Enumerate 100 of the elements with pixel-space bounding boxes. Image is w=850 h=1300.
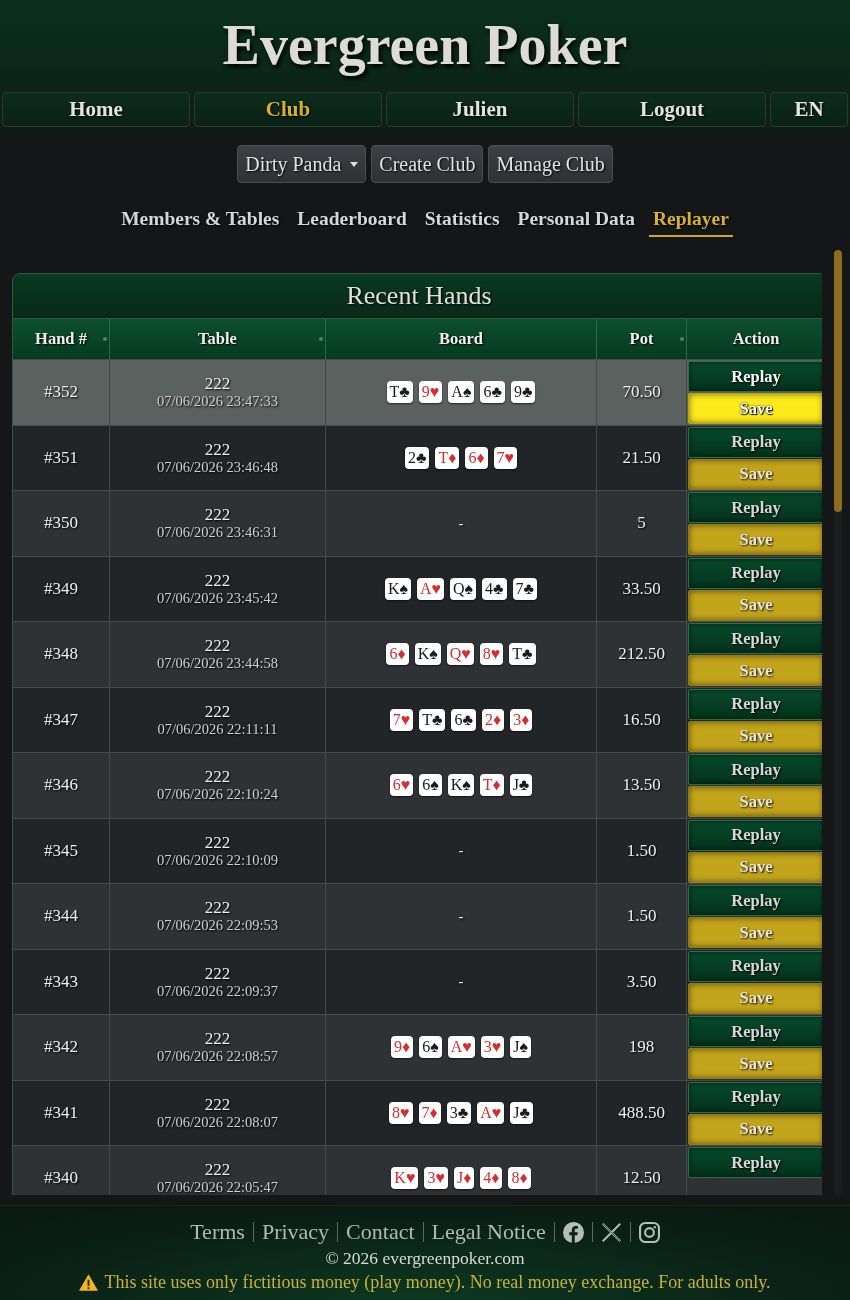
replay-button[interactable]: Replay (688, 492, 822, 523)
hand-number: #346 (44, 775, 78, 796)
playing-card: K♥ (391, 1167, 419, 1190)
hand-number: #352 (44, 382, 78, 403)
hand-row[interactable]: #345 222 07/06/2026 22:10:09 - 1.50 Replay Save (13, 817, 822, 883)
sort-indicator-icon (103, 337, 107, 341)
hand-row[interactable]: #351 222 07/06/2026 23:46:48 2♣ T♦ 6♦ 7♥ 21.50 Replay Save (13, 424, 822, 490)
playing-card: 8♥ (479, 643, 504, 666)
scrollbar-thumb[interactable] (834, 250, 842, 512)
nav-tab[interactable]: Home (2, 92, 190, 127)
table-name: 222 (204, 636, 231, 656)
hand-timestamp: 07/06/2026 22:09:53 (156, 917, 279, 935)
replay-button[interactable]: Replay (688, 754, 822, 785)
replay-button[interactable]: Replay (688, 623, 822, 654)
hand-timestamp: 07/06/2026 22:08:57 (156, 1048, 279, 1066)
replay-button[interactable]: Replay (688, 819, 822, 851)
pot-amount: 1.50 (626, 840, 657, 861)
pot-amount: 1.50 (626, 906, 657, 927)
hand-row[interactable]: #349 222 07/06/2026 23:45:42 K♠ A♥ Q♠ 4♣ 7♣ 33.50 Replay Save (13, 555, 822, 621)
replay-button[interactable]: Replay (688, 1081, 822, 1113)
replay-button[interactable]: Replay (688, 557, 822, 589)
replay-button[interactable]: Replay (688, 1016, 822, 1047)
pot-amount: 16.50 (622, 709, 661, 730)
playing-card: K♠ (414, 643, 441, 666)
playing-card: J♣ (509, 774, 533, 797)
hand-number: #350 (44, 513, 78, 534)
section-tab[interactable]: Members & Tables (117, 200, 284, 237)
club-dropdown[interactable]: Dirty Panda (237, 145, 367, 183)
table-name: 222 (204, 832, 231, 852)
hand-number: #340 (44, 1168, 78, 1189)
playing-card: 3♦ (510, 708, 533, 731)
club-button[interactable]: Manage Club (488, 145, 613, 183)
replay-button[interactable]: Replay (688, 426, 822, 458)
sort-indicator-icon (319, 337, 323, 341)
hand-timestamp: 07/06/2026 23:45:42 (156, 589, 279, 607)
empty-board-text: - (458, 973, 464, 991)
replay-button[interactable]: Replay (688, 688, 822, 720)
hand-row[interactable]: #348 222 07/06/2026 23:44:58 6♦ K♠ Q♥ 8♥ T♣ 212.50 Replay Save (13, 621, 822, 687)
playing-card: 2♦ (481, 708, 505, 731)
playing-card: J♦ (453, 1167, 475, 1190)
table-name: 222 (204, 767, 231, 787)
playing-card: 9♦ (391, 1036, 414, 1059)
playing-card: K♠ (447, 774, 474, 797)
nav-tab[interactable]: EN (770, 92, 848, 127)
column-header[interactable]: Pot (597, 319, 687, 359)
playing-card: 6♣ (480, 381, 505, 404)
hand-row[interactable]: #341 222 07/06/2026 22:08:07 8♥ 7♦ 3♣ A♥ J♣ 488.50 Replay Save (13, 1079, 822, 1145)
empty-board-text: - (458, 514, 464, 532)
hand-timestamp: 07/06/2026 22:05:47 (156, 1179, 279, 1195)
section-tab[interactable]: Leaderboard (293, 200, 411, 237)
playing-card: 6♣ (451, 708, 476, 731)
hand-row[interactable]: #346 222 07/06/2026 22:10:24 6♥ 6♠ K♠ T♦ J♣ 13.50 Replay Save (13, 752, 822, 818)
instagram-icon[interactable] (638, 1221, 660, 1243)
column-header[interactable]: Table (110, 319, 326, 359)
pot-amount: 12.50 (622, 1168, 661, 1189)
hand-number: #343 (44, 971, 78, 992)
nav-tab[interactable]: Club (194, 92, 382, 127)
section-tab[interactable]: Replayer (649, 200, 733, 237)
section-tab[interactable]: Statistics (420, 200, 504, 237)
replay-button[interactable]: Replay (688, 885, 822, 916)
hand-row[interactable]: #350 222 07/06/2026 23:46:31 - 5 Replay Save (13, 490, 822, 556)
club-button[interactable]: Create Club (371, 145, 484, 183)
hand-timestamp: 07/06/2026 22:11:11 (157, 720, 278, 738)
column-header: Board (326, 319, 597, 359)
hand-number: #342 (44, 1037, 78, 1058)
hand-row[interactable]: #342 222 07/06/2026 22:08:57 9♦ 6♠ A♥ 3♥ J♠ 198 Replay Save (13, 1014, 822, 1080)
replay-button[interactable]: Replay (688, 361, 822, 392)
playing-card: 3♥ (424, 1167, 448, 1190)
playing-card: 2♣ (404, 446, 430, 469)
playing-card: 8♥ (389, 1101, 413, 1124)
footer-link[interactable]: Legal Notice (431, 1219, 546, 1245)
section-tab[interactable]: Personal Data (513, 200, 640, 237)
replay-button[interactable]: Replay (688, 950, 822, 982)
hand-row[interactable]: #347 222 07/06/2026 22:11:11 7♥ T♣ 6♣ 2♦ 3♦ 16.50 Replay Save (13, 686, 822, 752)
warning-icon (79, 1273, 99, 1291)
playing-card: J♣ (510, 1101, 533, 1124)
table-name: 222 (204, 963, 231, 983)
hand-row[interactable]: #344 222 07/06/2026 22:09:53 - 1.50 Replay Save (13, 883, 822, 949)
footer-link[interactable]: Terms (190, 1219, 245, 1245)
caret-icon (350, 161, 359, 167)
facebook-icon[interactable] (562, 1221, 584, 1243)
hand-timestamp: 07/06/2026 22:10:09 (156, 851, 279, 869)
nav-tab[interactable]: Julien (386, 92, 574, 127)
playing-card: T♣ (419, 708, 446, 731)
replay-button[interactable]: Replay (688, 1147, 822, 1178)
hand-row[interactable]: #340 222 07/06/2026 22:05:47 K♥ 3♥ J♦ 4♦ 8♦ 12.50 Replay (13, 1145, 822, 1195)
sort-indicator-icon (680, 337, 684, 341)
table-name: 222 (204, 439, 231, 459)
hand-row[interactable]: #352 222 07/06/2026 23:47:33 T♣ 9♥ A♠ 6♣ 9♣ 70.50 Replay Save (13, 359, 822, 425)
hand-timestamp: 07/06/2026 23:46:48 (156, 458, 279, 476)
footer-link[interactable]: Contact (346, 1219, 415, 1245)
nav-tab[interactable]: Logout (578, 92, 766, 127)
hand-row[interactable]: #343 222 07/06/2026 22:09:37 - 3.50 Replay Save (13, 948, 822, 1014)
column-header[interactable]: Hand # (13, 319, 110, 359)
pot-amount: 33.50 (622, 578, 661, 599)
x-logo-icon[interactable] (600, 1221, 622, 1243)
playing-card: 6♠ (419, 1036, 442, 1059)
hand-number: #347 (44, 709, 78, 730)
footer-link[interactable]: Privacy (261, 1219, 330, 1245)
playing-card: A♥ (447, 1036, 475, 1059)
